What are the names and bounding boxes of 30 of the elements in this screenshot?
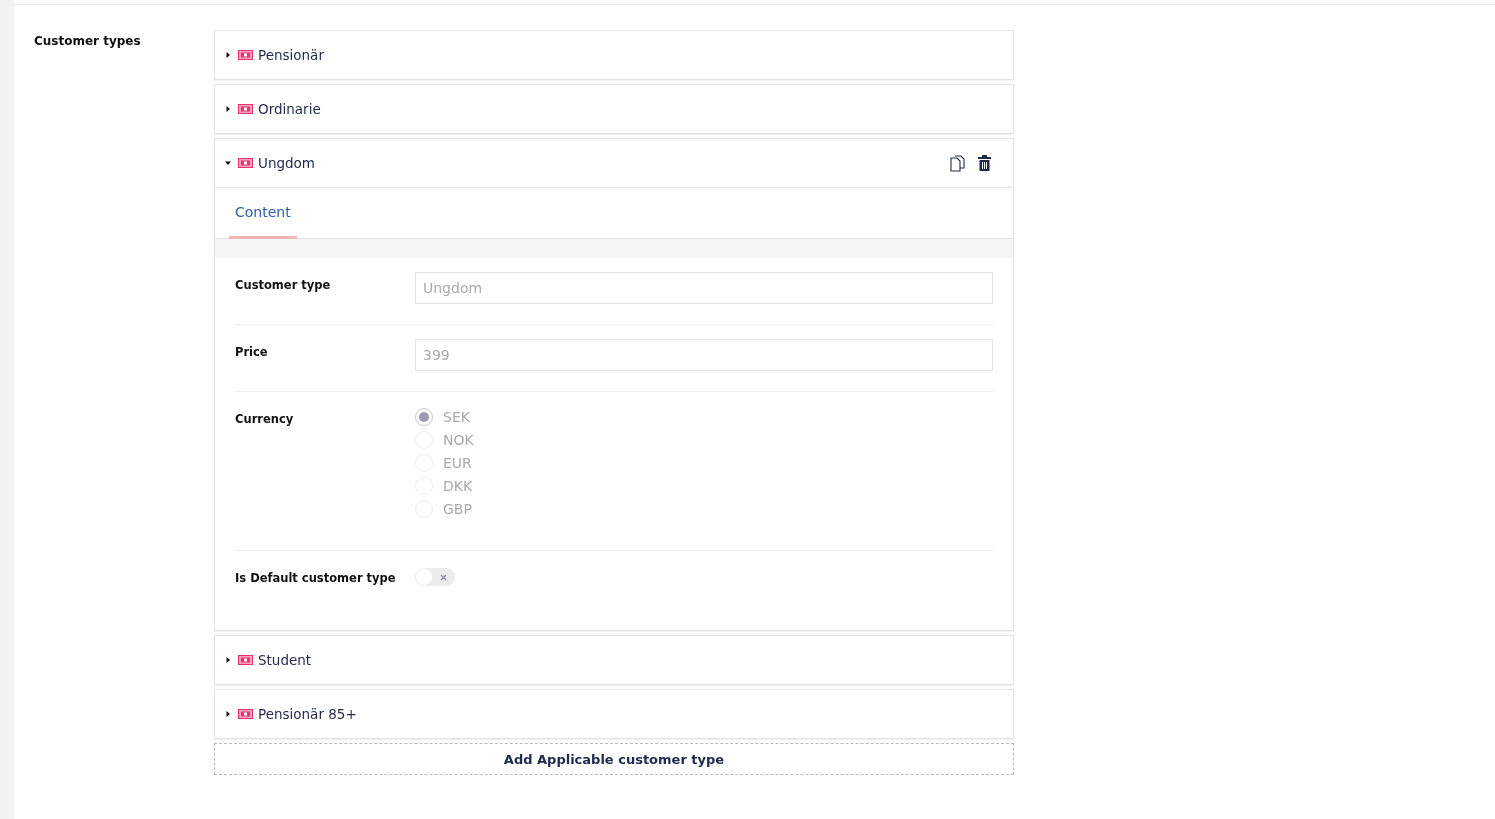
- field-label: Price: [235, 345, 269, 361]
- caret-right-icon[interactable]: [225, 106, 231, 112]
- section-label: Customer types: [34, 34, 141, 48]
- radio-label: GBP: [443, 501, 472, 517]
- copy-icon[interactable]: [949, 154, 966, 172]
- x-icon: [440, 573, 447, 581]
- ticket-icon: [238, 655, 253, 665]
- toggle-switch[interactable]: [415, 568, 455, 586]
- ticket-icon: [238, 104, 253, 114]
- radio-label: EUR: [443, 455, 472, 471]
- caret-down-icon[interactable]: [225, 160, 231, 166]
- customer-type-name[interactable]: Pensionär: [258, 47, 324, 63]
- caret-right-icon[interactable]: [225, 52, 231, 58]
- field-label: Currency: [235, 412, 295, 428]
- ticket-icon: [238, 158, 253, 168]
- ticket-icon: [238, 709, 253, 719]
- add-customer-type-button[interactable]: Add Applicable customer type: [214, 743, 1014, 775]
- caret-right-icon[interactable]: [225, 711, 231, 717]
- field-label: Customer type: [235, 278, 332, 294]
- customer-type-name[interactable]: Student: [258, 652, 312, 668]
- trash-icon[interactable]: [978, 155, 991, 171]
- caret-right-icon[interactable]: [225, 657, 231, 663]
- customer-type-name[interactable]: Ordinarie: [258, 101, 321, 117]
- customer-type-name[interactable]: Pensionär 85+: [258, 706, 357, 722]
- radio-label: DKK: [443, 478, 473, 494]
- customer-type-name[interactable]: Ungdom: [258, 155, 315, 171]
- radio-label: NOK: [443, 432, 474, 448]
- radio-label: SEK: [443, 409, 470, 425]
- ticket-icon: [238, 50, 253, 60]
- field-label: Is Default customer type: [235, 571, 397, 587]
